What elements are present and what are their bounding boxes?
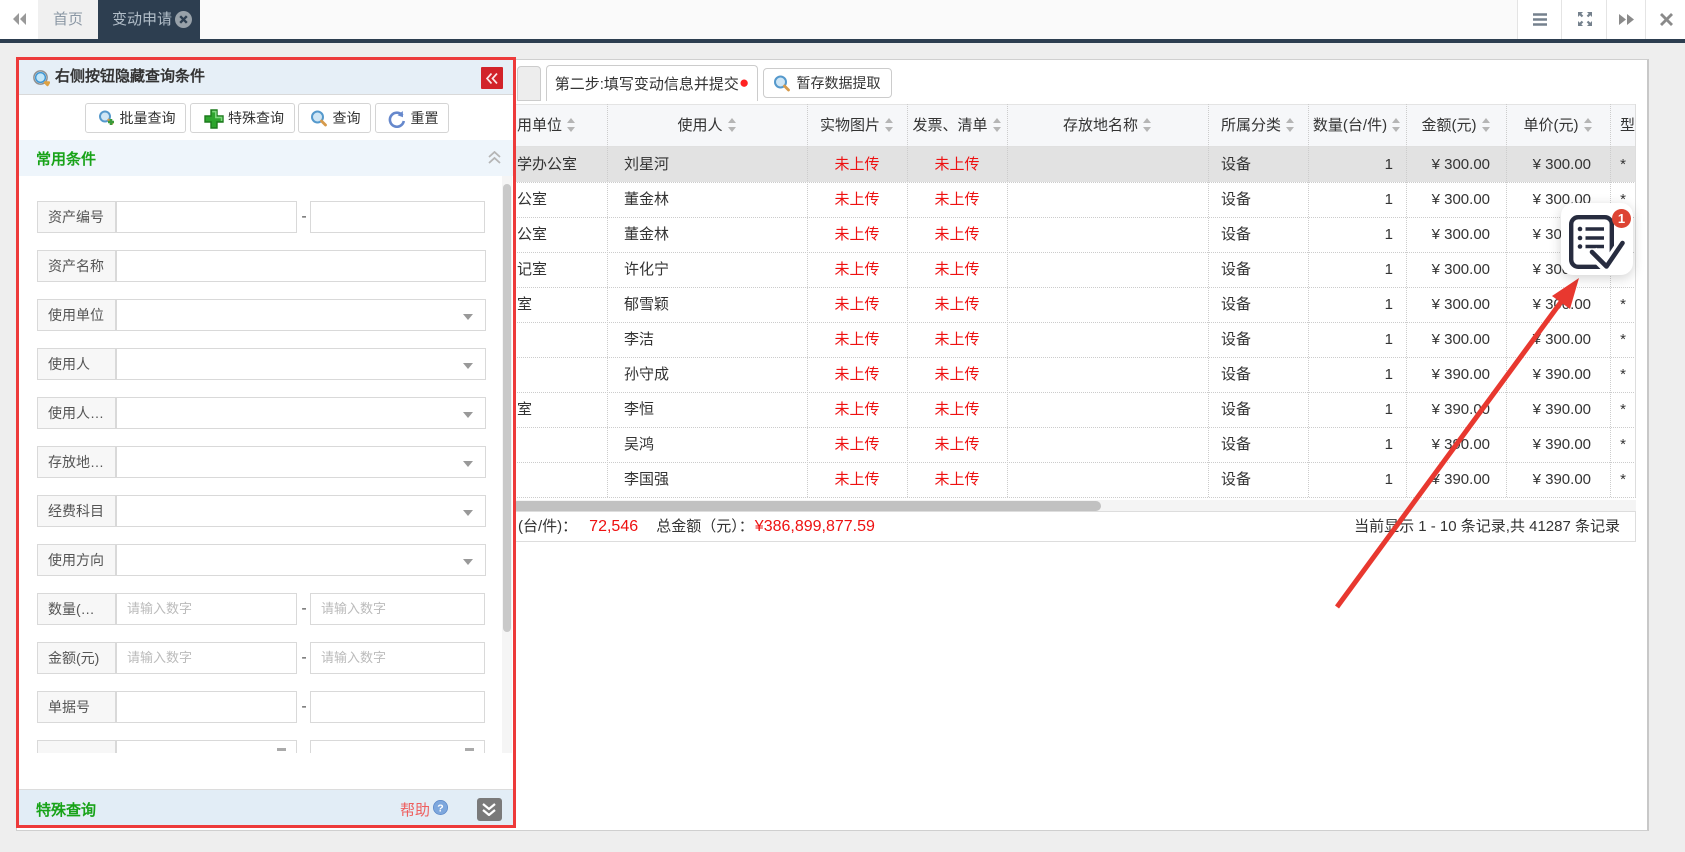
svg-text:?: ? bbox=[437, 802, 443, 814]
